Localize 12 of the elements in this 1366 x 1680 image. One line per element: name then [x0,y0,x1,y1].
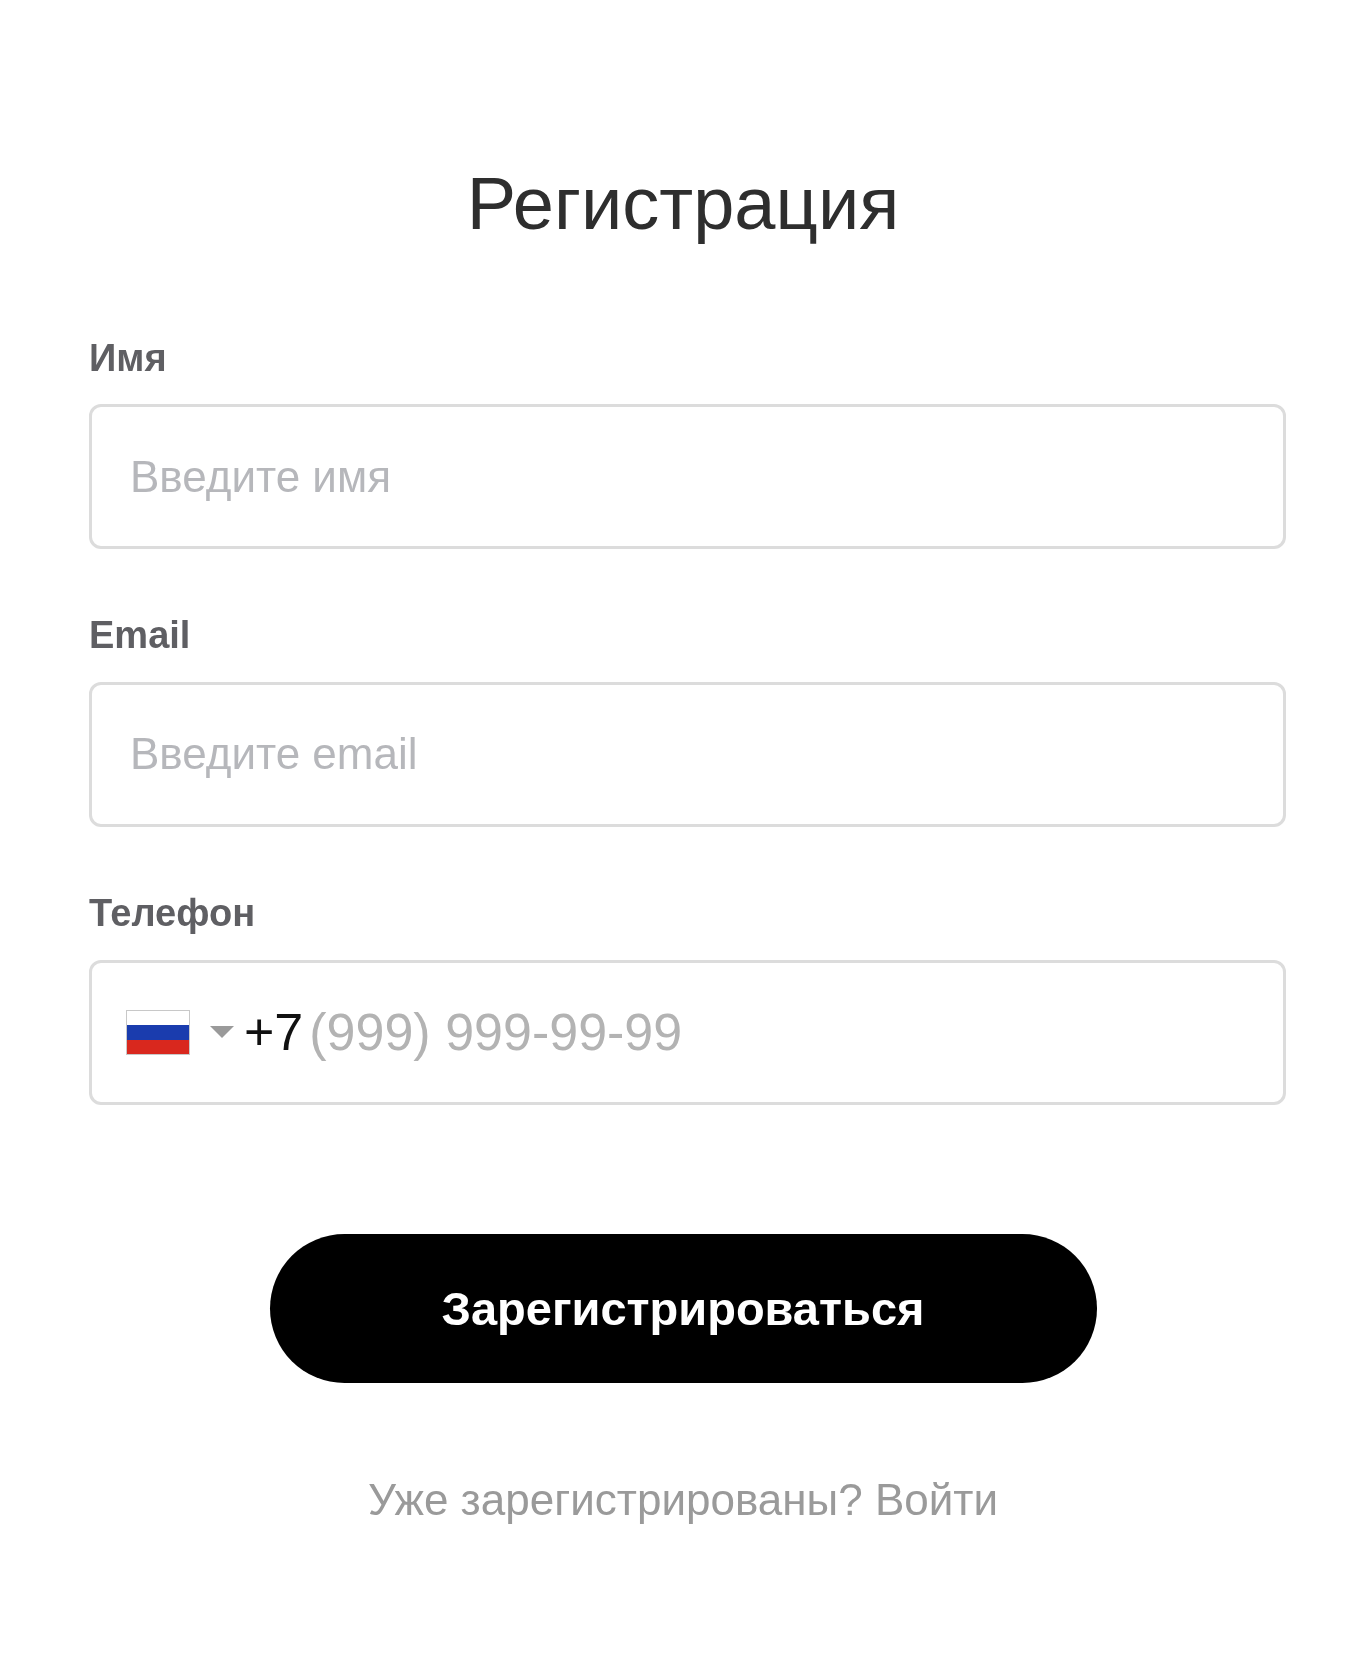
input-field[interactable]: Введите email [89,682,1286,827]
field-label: Email [89,613,191,659]
phone-input[interactable]: (999) 999-99-99 [309,1002,690,1063]
field-label: Телефон [89,891,256,936]
country-code: +7 [244,1001,304,1063]
phone-field[interactable]: +7(999) 999-99-99 [89,959,1286,1105]
caret-icon[interactable] [210,1026,234,1039]
register-button[interactable]: Зарегистрироваться [269,1233,1097,1383]
input-field[interactable]: Введите имя [89,404,1286,550]
field-label: Имя [89,335,167,381]
flag-icon[interactable] [126,1009,190,1055]
page-title: Регистрация [466,161,900,247]
